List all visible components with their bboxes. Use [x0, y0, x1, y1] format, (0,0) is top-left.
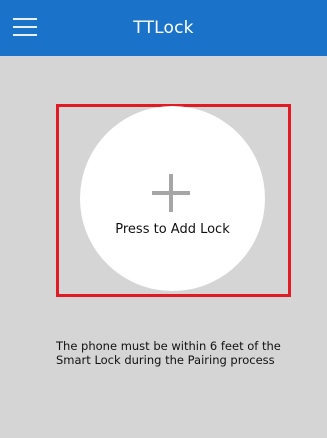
page-title: TTLock [133, 18, 194, 38]
plus-icon [152, 174, 190, 212]
add-lock-button[interactable]: Press to Add Lock [80, 106, 265, 291]
app-header: TTLock [0, 0, 327, 56]
pairing-hint-text: The phone must be within 6 feet of the S… [56, 339, 281, 367]
add-lock-label: Press to Add Lock [115, 222, 230, 237]
hamburger-menu-icon[interactable] [12, 14, 38, 40]
app-screen: TTLock Press to Add Lock The phone must … [0, 0, 327, 438]
